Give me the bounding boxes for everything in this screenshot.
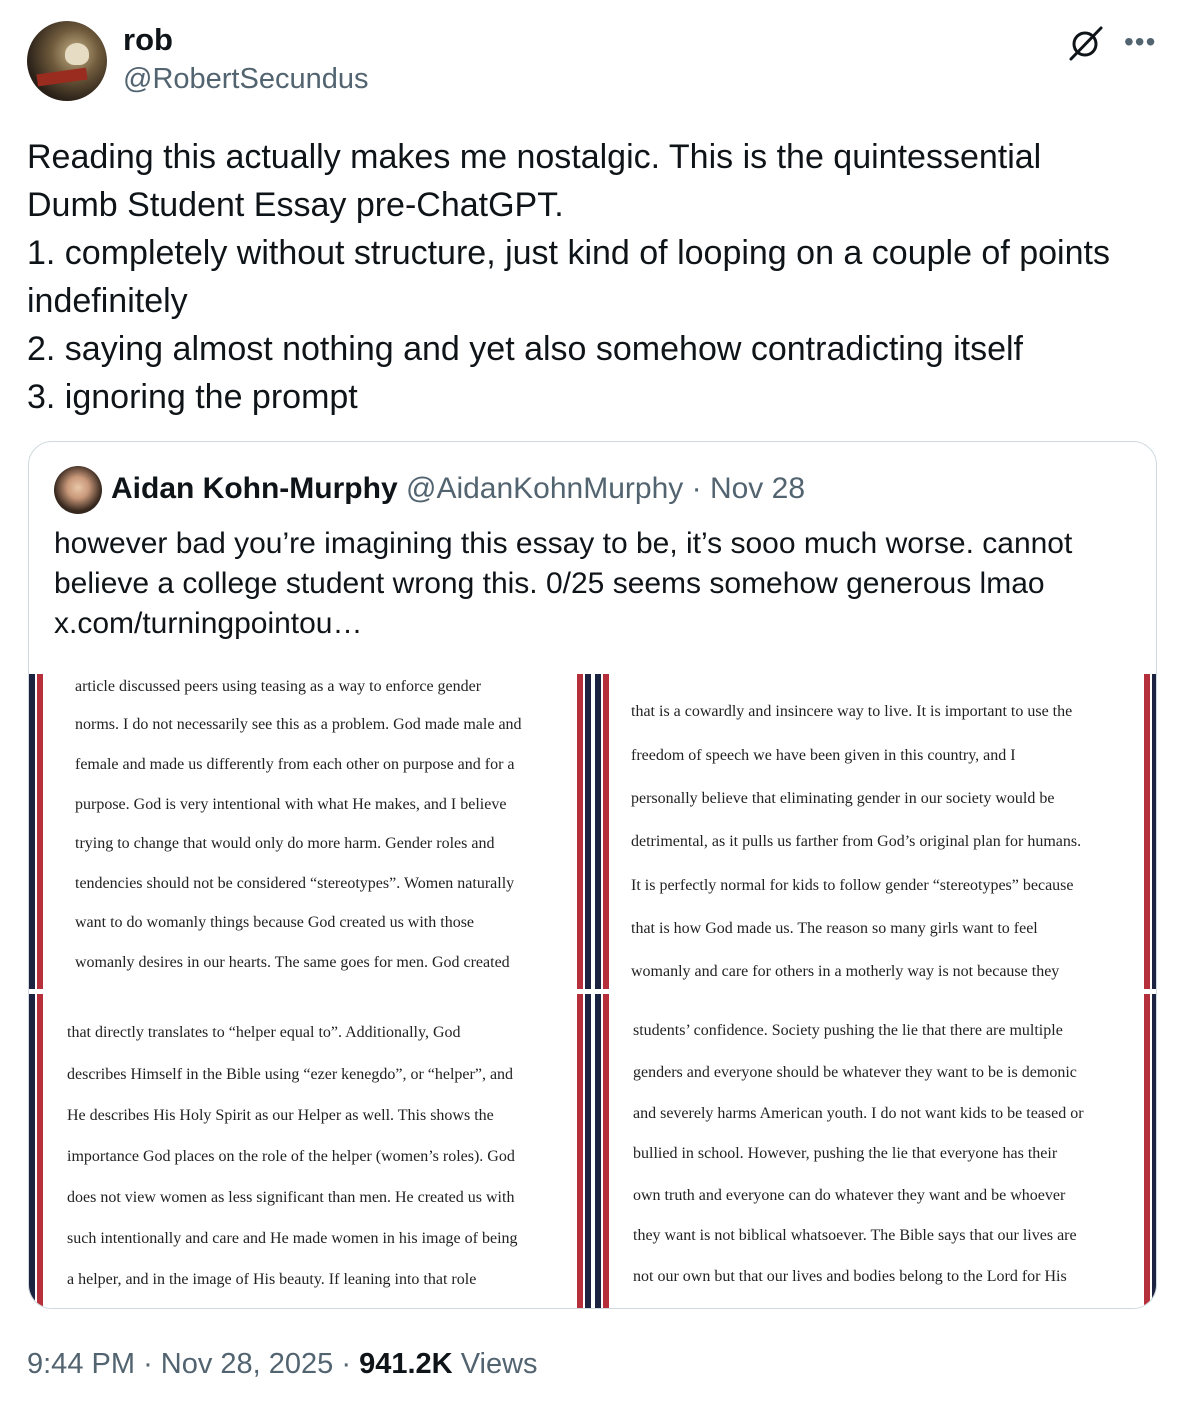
stripe bbox=[37, 994, 43, 1308]
stripe bbox=[29, 674, 35, 989]
quote-line[interactable]: x.com/turningpointou… bbox=[54, 604, 1134, 644]
stripe bbox=[1144, 674, 1150, 989]
essay-line: a helper, and in the image of His beauty… bbox=[67, 1271, 477, 1288]
essay-line: trying to change that would only do more… bbox=[75, 835, 495, 852]
essay-line: not our own but that our lives and bodie… bbox=[633, 1268, 1067, 1285]
tweet-time[interactable]: 9:44 PM bbox=[27, 1348, 135, 1380]
quote-separator: · bbox=[691, 472, 702, 505]
tweet-line: Dumb Student Essay pre-ChatGPT. bbox=[27, 186, 564, 224]
grok-icon[interactable] bbox=[1066, 24, 1106, 62]
tweet-line: indefinitely bbox=[27, 282, 188, 320]
essay-image-1[interactable]: article discussed peers using teasing as… bbox=[29, 674, 591, 989]
essay-line: norms. I do not necessarily see this as … bbox=[75, 716, 522, 733]
avatar-book bbox=[36, 67, 88, 87]
avatar-skull bbox=[65, 43, 89, 65]
tweet-line: Reading this actually makes me nostalgic… bbox=[27, 138, 1042, 176]
essay-image-2[interactable]: that is a cowardly and insincere way to … bbox=[595, 674, 1156, 989]
essay-line: genders and everyone should be whatever … bbox=[633, 1064, 1077, 1081]
essay-line: own truth and everyone can do whatever t… bbox=[633, 1187, 1066, 1204]
footer-separator: · bbox=[341, 1348, 352, 1380]
essay-line: bullied in school. However, pushing the … bbox=[633, 1145, 1058, 1162]
stripe bbox=[585, 994, 591, 1308]
tweet-footer: 9:44 PM · Nov 28, 2025 · 941.2K Views bbox=[27, 1348, 538, 1381]
essay-line: womanly desires in our hearts. The same … bbox=[75, 954, 510, 971]
quote-author-name[interactable]: Aidan Kohn-Murphy bbox=[111, 472, 398, 505]
stripe bbox=[577, 994, 583, 1308]
stripe bbox=[1152, 674, 1156, 989]
essay-line: importance God places on the role of the… bbox=[67, 1148, 515, 1165]
quoted-tweet[interactable]: Aidan Kohn-Murphy @AidanKohnMurphy · Nov… bbox=[28, 441, 1157, 1309]
tweet-text: Reading this actually makes me nostalgic… bbox=[27, 133, 1167, 421]
essay-line: does not view women as less significant … bbox=[67, 1189, 515, 1206]
essay-image-3[interactable]: that directly translates to “helper equa… bbox=[29, 994, 591, 1308]
stripe bbox=[603, 674, 609, 989]
quote-header: Aidan Kohn-Murphy @AidanKohnMurphy · Nov… bbox=[111, 472, 805, 506]
tweet-line: 3. ignoring the prompt bbox=[27, 378, 358, 416]
author-handle[interactable]: @RobertSecundus bbox=[123, 63, 368, 96]
essay-line: article discussed peers using teasing as… bbox=[75, 678, 482, 695]
stripe bbox=[1144, 994, 1150, 1308]
quote-images[interactable]: article discussed peers using teasing as… bbox=[29, 674, 1156, 1308]
essay-line: womanly and care for others in a motherl… bbox=[631, 963, 1060, 980]
more-icon[interactable]: ••• bbox=[1124, 26, 1156, 58]
stripe bbox=[585, 674, 591, 989]
essay-line: He describes His Holy Spirit as our Help… bbox=[67, 1107, 494, 1124]
tweet-line: 2. saying almost nothing and yet also so… bbox=[27, 330, 1023, 368]
tweet-line: 1. completely without structure, just ki… bbox=[27, 234, 1110, 272]
essay-line: that directly translates to “helper equa… bbox=[67, 1024, 461, 1041]
essay-line: personally believe that eliminating gend… bbox=[631, 790, 1055, 807]
footer-separator: · bbox=[143, 1348, 153, 1380]
stripe bbox=[603, 994, 609, 1308]
stripe bbox=[595, 994, 601, 1308]
essay-line: want to do womanly things because God cr… bbox=[75, 914, 475, 931]
essay-line: that is how God made us. The reason so m… bbox=[631, 920, 1038, 937]
essay-image-4[interactable]: students’ confidence. Society pushing th… bbox=[595, 994, 1156, 1308]
author-name[interactable]: rob bbox=[123, 22, 173, 58]
views-count: 941.2K bbox=[359, 1348, 453, 1380]
essay-line: freedom of speech we have been given in … bbox=[631, 747, 1016, 764]
quote-line: believe a college student wrong this. 0/… bbox=[54, 567, 1045, 600]
essay-line: students’ confidence. Society pushing th… bbox=[633, 1022, 1063, 1039]
essay-line: It is perfectly normal for kids to follo… bbox=[631, 877, 1074, 894]
essay-line: detrimental, as it pulls us farther from… bbox=[631, 833, 1082, 850]
stripe bbox=[29, 994, 35, 1308]
quote-line: however bad you’re imagining this essay … bbox=[54, 527, 1073, 560]
essay-line: that is a cowardly and insincere way to … bbox=[631, 703, 1073, 720]
quote-avatar[interactable] bbox=[54, 466, 102, 514]
essay-line: tendencies should not be considered “ste… bbox=[75, 875, 515, 892]
author-avatar[interactable] bbox=[27, 21, 107, 101]
quote-date[interactable]: Nov 28 bbox=[710, 472, 805, 505]
essay-line: and severely harms American youth. I do … bbox=[633, 1105, 1084, 1122]
essay-line: describes Himself in the Bible using “ez… bbox=[67, 1066, 514, 1083]
stripe bbox=[1152, 994, 1156, 1308]
stripe bbox=[37, 674, 43, 989]
quote-text: however bad you’re imagining this essay … bbox=[54, 524, 1134, 644]
essay-line: female and made us differently from each… bbox=[75, 756, 515, 773]
essay-line: purpose. God is very intentional with wh… bbox=[75, 796, 507, 813]
views-label: Views bbox=[460, 1348, 538, 1380]
tweet-date[interactable]: Nov 28, 2025 bbox=[161, 1348, 334, 1380]
quote-author-handle[interactable]: @AidanKohnMurphy bbox=[406, 472, 683, 505]
stripe bbox=[595, 674, 601, 989]
essay-line: such intentionally and care and He made … bbox=[67, 1230, 518, 1247]
essay-line: they want is not biblical whatsoever. Th… bbox=[633, 1227, 1077, 1244]
stripe bbox=[577, 674, 583, 989]
